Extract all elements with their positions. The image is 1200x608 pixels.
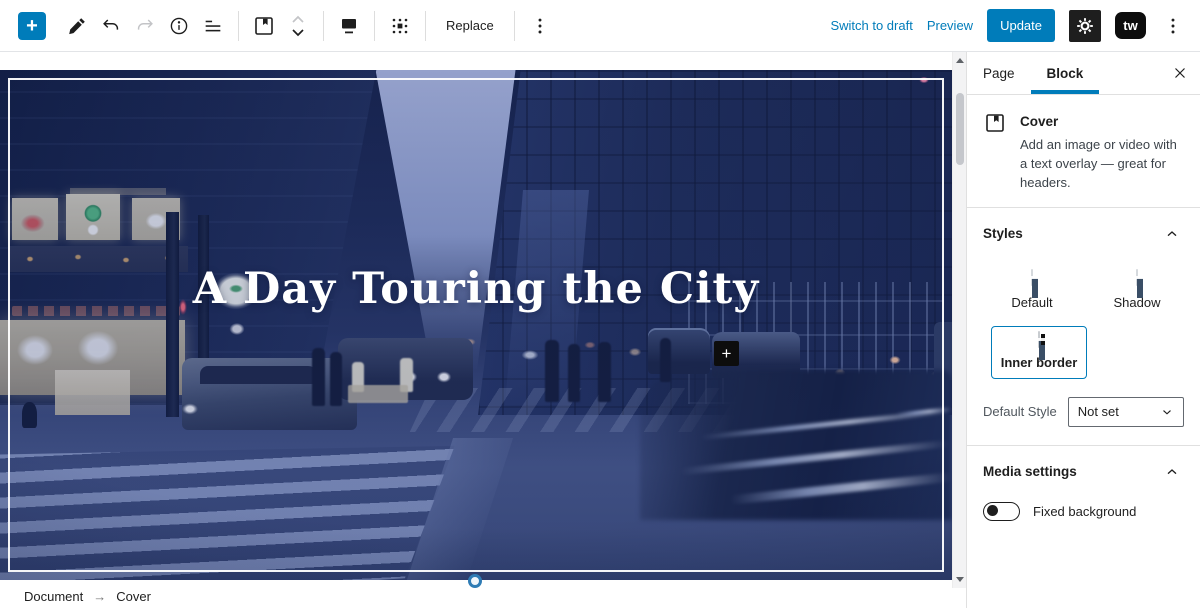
- redo-icon: [134, 15, 156, 37]
- style-option-shadow[interactable]: Shadow: [1096, 270, 1178, 310]
- styles-panel-header: Styles: [983, 222, 1184, 246]
- list-view-icon: [202, 15, 224, 37]
- cover-block-icon: [252, 14, 276, 38]
- settings-button[interactable]: [1069, 10, 1101, 42]
- toggle-knob: [987, 505, 998, 516]
- content-position-grid-icon: [388, 14, 412, 38]
- editor-scrollbar[interactable]: [952, 52, 966, 588]
- default-style-label: Default Style: [983, 404, 1057, 419]
- details-button[interactable]: [162, 8, 196, 44]
- cover-title-text[interactable]: A Day Touring the City: [0, 264, 952, 314]
- cover-resize-handle[interactable]: [468, 574, 482, 588]
- triangle-up-icon: [956, 58, 964, 63]
- toolbar-right-group: Switch to draft Preview Update tw: [830, 8, 1200, 44]
- pencil-icon: [67, 16, 87, 36]
- scrollbar-thumb[interactable]: [956, 93, 964, 165]
- media-settings-heading: Media settings: [983, 464, 1077, 479]
- block-appender-button[interactable]: +: [714, 341, 739, 366]
- styles-heading: Styles: [983, 226, 1023, 241]
- block-inserter-button[interactable]: +: [18, 12, 46, 40]
- cover-block-icon: [983, 111, 1007, 193]
- kebab-icon: [1162, 15, 1184, 37]
- toolbar-separator: [323, 11, 324, 41]
- kebab-icon: [529, 15, 551, 37]
- block-card: Cover Add an image or video with a text …: [967, 95, 1200, 207]
- editor-canvas: A Day Touring the City + Document → Cove…: [0, 52, 952, 608]
- full-height-toggle-button[interactable]: [332, 8, 366, 44]
- redo-button[interactable]: [128, 8, 162, 44]
- list-view-button[interactable]: [196, 8, 230, 44]
- tab-block[interactable]: Block: [1031, 52, 1100, 94]
- cover-block-type-button[interactable]: [247, 8, 281, 44]
- fixed-background-row: Fixed background: [983, 502, 1184, 521]
- mover-icons: [288, 13, 308, 39]
- breadcrumb-arrow: →: [93, 589, 106, 604]
- media-settings-header: Media settings: [983, 460, 1184, 484]
- block-card-title: Cover: [1020, 114, 1182, 129]
- cover-overlay: [0, 70, 952, 580]
- breadcrumb-cover[interactable]: Cover: [116, 589, 151, 604]
- breadcrumb: Document → Cover: [24, 589, 151, 604]
- collapse-styles-button[interactable]: [1160, 222, 1184, 246]
- toolbar-separator: [425, 11, 426, 41]
- block-options-button[interactable]: [523, 8, 557, 44]
- style-options: Default Shadow: [991, 270, 1184, 310]
- toolbar-separator: [238, 11, 239, 41]
- replace-button[interactable]: Replace: [434, 8, 506, 44]
- block-card-text: Cover Add an image or video with a text …: [1020, 111, 1182, 193]
- switch-to-draft-button[interactable]: Switch to draft: [830, 18, 912, 33]
- undo-icon: [100, 15, 122, 37]
- plus-icon: +: [26, 16, 38, 36]
- style-preview-default: [1031, 269, 1033, 286]
- chevron-down-icon: [1160, 405, 1174, 419]
- style-preview-shadow: [1136, 269, 1138, 286]
- editor-toolbar: + Replace: [0, 0, 1200, 52]
- info-icon: [168, 15, 190, 37]
- styles-panel: Styles Default Shadow Inner border Defau…: [967, 207, 1200, 445]
- cover-block[interactable]: A Day Touring the City +: [0, 70, 952, 580]
- default-style-value: Not set: [1078, 404, 1119, 419]
- tab-page[interactable]: Page: [967, 52, 1031, 94]
- more-options-button[interactable]: [1160, 8, 1186, 44]
- fixed-background-label: Fixed background: [1033, 504, 1136, 519]
- toolbar-separator: [374, 11, 375, 41]
- chevron-up-icon: [1164, 226, 1180, 242]
- full-height-icon: [337, 14, 361, 38]
- toolbar-separator: [514, 11, 515, 41]
- settings-sidebar: Page Block Cover Add an image or video w…: [966, 52, 1200, 608]
- gear-icon: [1075, 16, 1095, 36]
- sidebar-tabs: Page Block: [967, 52, 1200, 95]
- default-style-select[interactable]: Not set: [1068, 397, 1184, 427]
- close-sidebar-button[interactable]: [1160, 52, 1200, 94]
- content-position-button[interactable]: [383, 8, 417, 44]
- style-option-inner-border[interactable]: Inner border: [991, 326, 1087, 379]
- close-icon: [1171, 64, 1189, 82]
- style-option-default[interactable]: Default: [991, 270, 1073, 310]
- update-button[interactable]: Update: [987, 9, 1055, 42]
- tools-button[interactable]: [60, 8, 94, 44]
- toolbar-left-group: + Replace: [0, 8, 557, 44]
- block-mover-button[interactable]: [281, 8, 315, 44]
- block-card-description: Add an image or video with a text overla…: [1020, 136, 1182, 193]
- plus-icon: +: [722, 345, 732, 362]
- preview-button[interactable]: Preview: [927, 18, 973, 33]
- collapse-media-settings-button[interactable]: [1160, 460, 1184, 484]
- scroll-down-button[interactable]: [953, 573, 967, 586]
- user-avatar-button[interactable]: tw: [1115, 12, 1146, 39]
- fixed-background-toggle[interactable]: [983, 502, 1020, 521]
- triangle-down-icon: [956, 577, 964, 582]
- breadcrumb-document[interactable]: Document: [24, 589, 83, 604]
- scroll-up-button[interactable]: [953, 54, 967, 67]
- media-settings-panel: Media settings Fixed background: [967, 445, 1200, 539]
- style-preview-inner-border: [1038, 331, 1040, 348]
- chevron-up-icon: [1164, 464, 1180, 480]
- undo-button[interactable]: [94, 8, 128, 44]
- default-style-row: Default Style Not set: [983, 397, 1184, 427]
